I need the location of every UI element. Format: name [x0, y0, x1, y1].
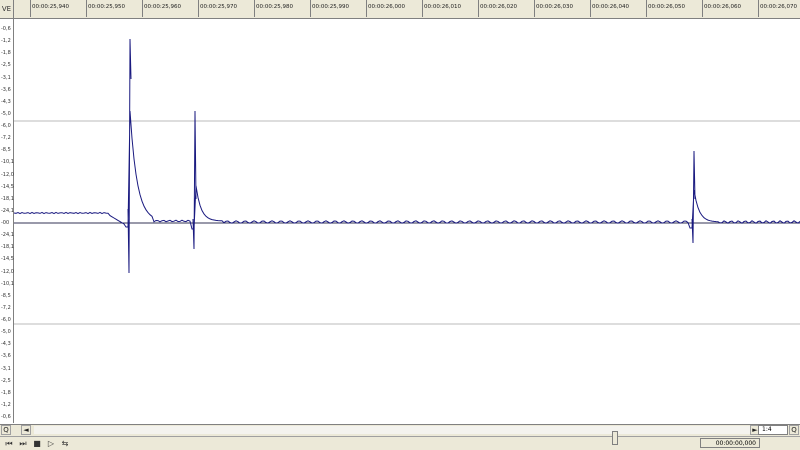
ruler-tick-label: 00:00:26,020: [480, 4, 517, 10]
ruler-corner-icon[interactable]: VE: [0, 0, 14, 18]
amplitude-label: -7,2: [1, 304, 11, 311]
horizontal-scrollbar[interactable]: Q ◄ ► 1:4 Q: [0, 424, 800, 436]
amplitude-label: -1,2: [1, 38, 11, 45]
zoom-level-field[interactable]: 1:4: [758, 425, 788, 435]
amplitude-label: -7,2: [1, 135, 11, 142]
amplitude-label: -2,5: [1, 62, 11, 69]
ruler-tick: [198, 0, 199, 17]
amplitude-label: -1,8: [1, 389, 11, 396]
ruler-tick-label: 00:00:25,970: [200, 4, 237, 10]
amplitude-label: -3,6: [1, 353, 11, 360]
amplitude-label: -24,1: [1, 207, 14, 214]
position-slider[interactable]: [612, 431, 618, 445]
amplitude-label: -8,5: [1, 292, 11, 299]
amplitude-label: -14,5: [1, 256, 14, 263]
zoom-in-button[interactable]: Q: [789, 425, 799, 435]
loop-icon[interactable]: ⇆: [59, 438, 71, 449]
time-ruler[interactable]: VE 00:00:25,940 00:00:25,950 00:00:25,960 0…: [0, 0, 800, 19]
ruler-tick: [758, 0, 759, 17]
ruler-tick: [86, 0, 87, 17]
first-icon[interactable]: ⏮: [3, 438, 15, 449]
amplitude-label: -5,0: [1, 110, 11, 117]
amplitude-label: -0,6: [1, 414, 11, 420]
waveform-view[interactable]: [14, 19, 800, 423]
ruler-tick: [422, 0, 423, 17]
amplitude-label: -2,5: [1, 377, 11, 384]
amplitude-label: -12,0: [1, 268, 14, 275]
amplitude-label: -0,6: [1, 26, 11, 32]
scroll-track[interactable]: [34, 426, 750, 434]
ruler-tick-label: 00:00:26,060: [704, 4, 741, 10]
ruler-tick-label: 00:00:25,960: [144, 4, 181, 10]
amplitude-label: -12,0: [1, 171, 14, 178]
amplitude-label: -4,3: [1, 98, 11, 105]
amplitude-label: -3,1: [1, 74, 11, 81]
amplitude-label: -10,1: [1, 159, 14, 166]
ruler-tick-label: 00:00:26,050: [648, 4, 685, 10]
ruler-tick: [590, 0, 591, 17]
ruler-tick: [310, 0, 311, 17]
amplitude-axis: -0,6 -1,2 -1,8 -2,5 -3,1 -3,6 -4,3 -5,0 -6,0 -7,2…: [0, 19, 14, 423]
ruler-tick-label: 00:00:25,940: [32, 4, 69, 10]
amplitude-label: -3,1: [1, 365, 11, 372]
ruler-tick-label: 00:00:26,070: [760, 4, 797, 10]
last-icon[interactable]: ⏭: [17, 438, 29, 449]
amplitude-label: -6,0: [1, 123, 11, 129]
time-display: 00:00:00,000: [700, 438, 760, 448]
amplitude-label: -18,1: [1, 195, 14, 202]
ruler-tick: [534, 0, 535, 17]
transport-bar: ⏮ ⏭ ■ ▷ ⇆ 00:00:00,000: [0, 431, 800, 450]
amplitude-label: -5,0: [1, 329, 11, 336]
ruler-tick-label: 00:00:26,010: [424, 4, 461, 10]
amplitude-label: -3,6: [1, 86, 11, 93]
amplitude-label: -00: [1, 220, 10, 226]
play-icon[interactable]: ▷: [45, 438, 57, 449]
ruler-tick: [646, 0, 647, 17]
amplitude-label: -8,5: [1, 147, 11, 154]
zoom-out-button[interactable]: Q: [1, 425, 11, 435]
ruler-tick-label: 00:00:26,000: [368, 4, 405, 10]
stop-icon[interactable]: ■: [31, 438, 43, 449]
ruler-tick: [478, 0, 479, 17]
ruler-tick-label: 00:00:26,030: [536, 4, 573, 10]
scroll-left-button[interactable]: ◄: [21, 425, 31, 435]
ruler-tick: [30, 0, 31, 17]
ruler-tick: [254, 0, 255, 17]
amplitude-label: -14,5: [1, 183, 14, 190]
ruler-tick-label: 00:00:25,980: [256, 4, 293, 10]
ruler-tick: [142, 0, 143, 17]
ruler-tick-label: 00:00:25,950: [88, 4, 125, 10]
ruler-tick-label: 00:00:26,040: [592, 4, 629, 10]
ruler-tick: [366, 0, 367, 17]
amplitude-label: -1,2: [1, 401, 11, 408]
ruler-tick-label: 00:00:25,990: [312, 4, 349, 10]
ruler-tick: [702, 0, 703, 17]
amplitude-label: -10,1: [1, 280, 14, 287]
amplitude-label: -4,3: [1, 341, 11, 348]
amplitude-label: -6,0: [1, 317, 11, 323]
amplitude-label: -18,1: [1, 244, 14, 251]
amplitude-label: -1,8: [1, 50, 11, 57]
amplitude-label: -24,1: [1, 232, 14, 239]
